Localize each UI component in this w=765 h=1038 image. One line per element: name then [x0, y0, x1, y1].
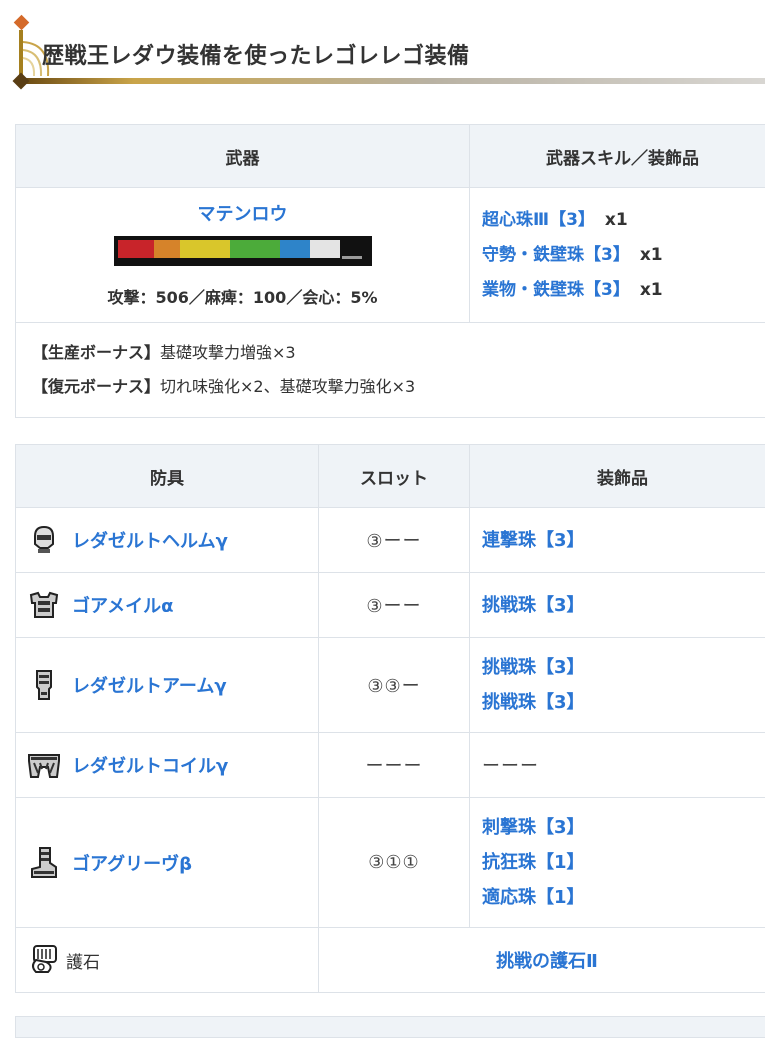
deco-link[interactable]: 挑戦珠【3】 — [482, 588, 765, 623]
slot-cell: ③③ー — [319, 638, 470, 733]
sharpness-white — [310, 240, 340, 258]
armor-row-waist: レダゼルトコイルγ ーーー ーーー — [16, 733, 765, 798]
skill-qty: x1 — [640, 280, 663, 300]
page-title: 歴戦王レダウ装備を使ったレゴレレゴ装備 — [42, 38, 470, 70]
armor-name-cell: レダゼルトコイルγ — [16, 733, 319, 798]
charm-row: 護石 挑戦の護石Ⅱ — [16, 928, 765, 993]
armor-table-header: 防具 スロット 装飾品 — [16, 445, 765, 508]
weapon-skills-cell: 超心珠Ⅲ【3】 x1 守勢・鉄壁珠【3】 x1 業物・鉄壁珠【3】 x1 — [470, 188, 765, 323]
armor-table: 防具 スロット 装飾品 レダゼルトヘルムγ ③ーー 連撃珠【3】 ゴアメイルα — [15, 444, 765, 993]
sharpness-blue — [280, 240, 310, 258]
sharpness-green — [230, 240, 280, 258]
bonus-label: 【生産ボーナス】 — [32, 343, 160, 362]
deco-link[interactable]: 刺撃珠【3】 — [482, 810, 765, 845]
armor-name-link[interactable]: レダゼルトヘルムγ — [72, 527, 228, 553]
chest-icon — [26, 587, 62, 623]
armor-row-arm: レダゼルトアームγ ③③ー 挑戦珠【3】 挑戦珠【3】 — [16, 638, 765, 733]
deco-cell: ーーー — [470, 733, 765, 798]
bonus-label: 【復元ボーナス】 — [32, 377, 160, 396]
weapon-stats: 攻撃：506／麻痺：100／会心：5% — [16, 284, 469, 308]
slot-cell: ③ーー — [319, 573, 470, 638]
skill-item: 業物・鉄壁珠【3】 x1 — [482, 273, 763, 308]
skill-item: 守勢・鉄壁珠【3】 x1 — [482, 238, 763, 273]
deco-link[interactable]: 抗狂珠【1】 — [482, 845, 765, 880]
weapon-cell: マテンロウ 攻撃：506／麻痺：100／会心：5% — [16, 188, 470, 323]
slot-cell: ーーー — [319, 733, 470, 798]
next-table-edge — [15, 1016, 765, 1038]
leg-icon — [26, 845, 62, 881]
skill-qty: x1 — [605, 210, 628, 230]
restoration-bonus: 【復元ボーナス】切れ味強化×2、基礎攻撃力強化×3 — [32, 370, 759, 404]
armor-name-cell: レダゼルトヘルムγ — [16, 508, 319, 573]
skill-link[interactable]: 超心珠Ⅲ【3】 — [482, 210, 595, 230]
arm-icon — [26, 667, 62, 703]
skill-item: 超心珠Ⅲ【3】 x1 — [482, 203, 763, 238]
sharpness-orange — [154, 240, 180, 258]
deco-link[interactable]: 適応珠【1】 — [482, 880, 765, 915]
deco-cell: 連撃珠【3】 — [470, 508, 765, 573]
weapon-header: 武器 — [16, 125, 470, 188]
weapon-row: マテンロウ 攻撃：506／麻痺：100／会心：5% 超心珠Ⅲ【3】 x1 守勢・鉄… — [16, 188, 765, 323]
weapon-name-link[interactable]: マテンロウ — [16, 200, 469, 226]
deco-link[interactable]: 挑戦珠【3】 — [482, 650, 765, 685]
weapon-table: 武器 武器スキル／装飾品 マテンロウ 攻撃：506／麻痺：100／会心：5% 超… — [15, 124, 765, 418]
sharpness-bar — [114, 236, 372, 266]
armor-header: 防具 — [16, 445, 319, 508]
deco-cell: 刺撃珠【3】 抗狂珠【1】 適応珠【1】 — [470, 798, 765, 928]
armor-row-helm: レダゼルトヘルムγ ③ーー 連撃珠【3】 — [16, 508, 765, 573]
armor-name-link[interactable]: レダゼルトアームγ — [72, 672, 227, 698]
charm-label: 護石 — [66, 948, 100, 973]
skills-header: 武器スキル／装飾品 — [470, 125, 765, 188]
charm-name-cell: 挑戦の護石Ⅱ — [319, 928, 765, 993]
helm-icon — [26, 522, 62, 558]
production-bonus: 【生産ボーナス】基礎攻撃力増強×3 — [32, 336, 759, 370]
skill-qty: x1 — [640, 245, 663, 265]
bonus-cell: 【生産ボーナス】基礎攻撃力増強×3 【復元ボーナス】切れ味強化×2、基礎攻撃力強… — [16, 323, 765, 418]
armor-name-link[interactable]: レダゼルトコイルγ — [72, 752, 228, 778]
deco-link[interactable]: 挑戦珠【3】 — [482, 685, 765, 720]
sharpness-red — [118, 240, 154, 258]
deco-header: 装飾品 — [470, 445, 765, 508]
armor-name-cell: ゴアメイルα — [16, 573, 319, 638]
slot-cell: ③①① — [319, 798, 470, 928]
bonus-text: 基礎攻撃力増強×3 — [160, 343, 296, 362]
charm-name-link[interactable]: 挑戦の護石Ⅱ — [496, 951, 598, 972]
bonus-row: 【生産ボーナス】基礎攻撃力増強×3 【復元ボーナス】切れ味強化×2、基礎攻撃力強… — [16, 323, 765, 418]
slot-cell: ③ーー — [319, 508, 470, 573]
armor-name-link[interactable]: ゴアグリーヴβ — [72, 850, 192, 876]
waist-icon — [26, 747, 62, 783]
armor-name-cell: レダゼルトアームγ — [16, 638, 319, 733]
deco-cell: 挑戦珠【3】 — [470, 573, 765, 638]
skill-link[interactable]: 守勢・鉄壁珠【3】 — [482, 245, 630, 265]
armor-row-chest: ゴアメイルα ③ーー 挑戦珠【3】 — [16, 573, 765, 638]
armor-name-link[interactable]: ゴアメイルα — [72, 592, 173, 618]
armor-name-cell: ゴアグリーヴβ — [16, 798, 319, 928]
charm-icon — [26, 942, 62, 978]
section-heading: 歴戦王レダウ装備を使ったレゴレレゴ装備 — [0, 0, 765, 100]
deco-cell: 挑戦珠【3】 挑戦珠【3】 — [470, 638, 765, 733]
skill-link[interactable]: 業物・鉄壁珠【3】 — [482, 280, 630, 300]
deco-link[interactable]: 連撃珠【3】 — [482, 523, 765, 558]
sharpness-yellow — [180, 240, 230, 258]
weapon-table-header: 武器 武器スキル／装飾品 — [16, 125, 765, 188]
slot-header: スロット — [319, 445, 470, 508]
deco-empty: ーーー — [482, 756, 539, 777]
sharpness-handicraft — [342, 256, 362, 259]
charm-label-cell: 護石 — [16, 928, 319, 993]
bonus-text: 切れ味強化×2、基礎攻撃力強化×3 — [160, 377, 415, 396]
armor-row-legs: ゴアグリーヴβ ③①① 刺撃珠【3】 抗狂珠【1】 適応珠【1】 — [16, 798, 765, 928]
